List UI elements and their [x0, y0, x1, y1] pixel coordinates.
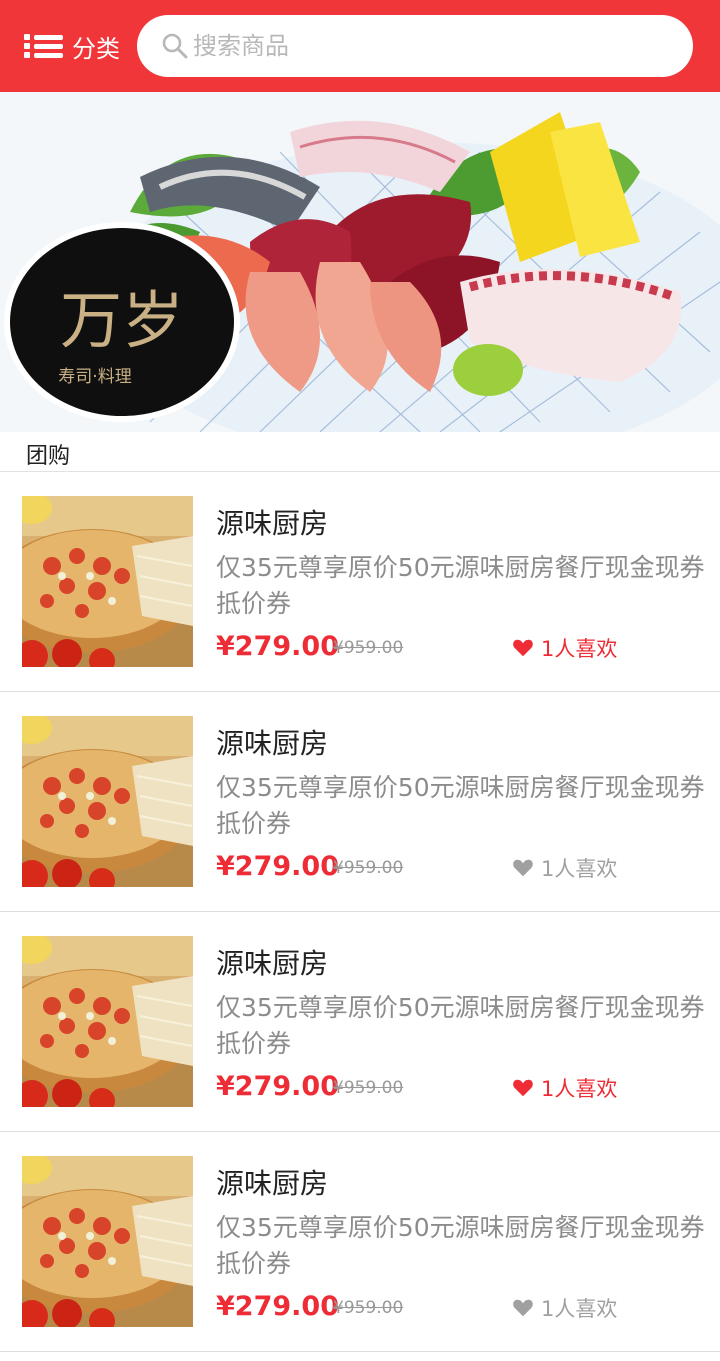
product-description: 仅35元尊享原价50元源味厨房餐厅现金现券抵价券: [216, 1213, 705, 1278]
product-item[interactable]: 源味厨房 仅35元尊享原价50元源味厨房餐厅现金现券抵价券 ¥279.00 ¥9…: [0, 692, 720, 912]
product-title: 源味厨房: [216, 1167, 329, 1200]
product-price: ¥279.00: [216, 631, 339, 662]
top-bar: 分类: [0, 0, 720, 92]
like-count: 1人喜欢: [541, 857, 618, 881]
pizza-thumbnail-image: [22, 1156, 193, 1327]
like-count: 1人喜欢: [541, 1297, 618, 1321]
search-input[interactable]: [193, 32, 653, 60]
sushi-banner-image: 万岁 寿司·料理: [0, 92, 720, 432]
product-description: 仅35元尊享原价50元源味厨房餐厅现金现券抵价券: [216, 773, 705, 838]
product-thumbnail[interactable]: [22, 716, 193, 887]
product-price: ¥279.00: [216, 1071, 339, 1102]
section-header: 团购: [0, 432, 720, 472]
like-button[interactable]: 1人喜欢: [511, 851, 617, 885]
like-count: 1人喜欢: [541, 1077, 618, 1101]
heart-icon: [513, 1299, 533, 1317]
pizza-thumbnail-image: [22, 496, 193, 667]
menu-icon: [24, 31, 64, 61]
heart-icon: [513, 1079, 533, 1097]
like-button[interactable]: 1人喜欢: [511, 1291, 617, 1325]
pizza-thumbnail-image: [22, 716, 193, 887]
logo-subtitle: 寿司·料理: [58, 367, 131, 387]
product-price: ¥279.00: [216, 851, 339, 882]
pizza-thumbnail-image: [22, 936, 193, 1107]
product-item[interactable]: 源味厨房 仅35元尊享原价50元源味厨房餐厅现金现券抵价券 ¥279.00 ¥9…: [0, 1132, 720, 1352]
product-thumbnail[interactable]: [22, 1156, 193, 1327]
search-icon: [162, 33, 188, 59]
heart-icon: [513, 639, 533, 657]
like-count: 1人喜欢: [541, 637, 618, 661]
product-thumbnail[interactable]: [22, 496, 193, 667]
product-description: 仅35元尊享原价50元源味厨房餐厅现金现券抵价券: [216, 553, 705, 618]
product-item[interactable]: 源味厨房 仅35元尊享原价50元源味厨房餐厅现金现券抵价券 ¥279.00 ¥9…: [0, 912, 720, 1132]
section-title: 团购: [26, 444, 71, 469]
category-button[interactable]: 分类: [24, 26, 120, 66]
product-original-price: ¥959.00: [333, 1078, 404, 1098]
product-description: 仅35元尊享原价50元源味厨房餐厅现金现券抵价券: [216, 993, 705, 1058]
heart-icon: [513, 859, 533, 877]
product-original-price: ¥959.00: [333, 638, 404, 658]
product-original-price: ¥959.00: [333, 858, 404, 878]
product-title: 源味厨房: [216, 727, 329, 760]
product-thumbnail[interactable]: [22, 936, 193, 1107]
product-original-price: ¥959.00: [333, 1298, 404, 1318]
product-item[interactable]: 源味厨房 仅35元尊享原价50元源味厨房餐厅现金现券抵价券 ¥279.00 ¥9…: [0, 472, 720, 692]
product-price: ¥279.00: [216, 1291, 339, 1322]
product-title: 源味厨房: [216, 947, 329, 980]
like-button[interactable]: 1人喜欢: [511, 1071, 617, 1105]
like-button[interactable]: 1人喜欢: [511, 631, 617, 665]
category-label: 分类: [72, 34, 120, 63]
search-bar[interactable]: [137, 15, 693, 77]
product-title: 源味厨房: [216, 507, 329, 540]
logo-text: 万岁: [60, 284, 184, 357]
promo-banner[interactable]: 万岁 寿司·料理: [0, 92, 720, 432]
